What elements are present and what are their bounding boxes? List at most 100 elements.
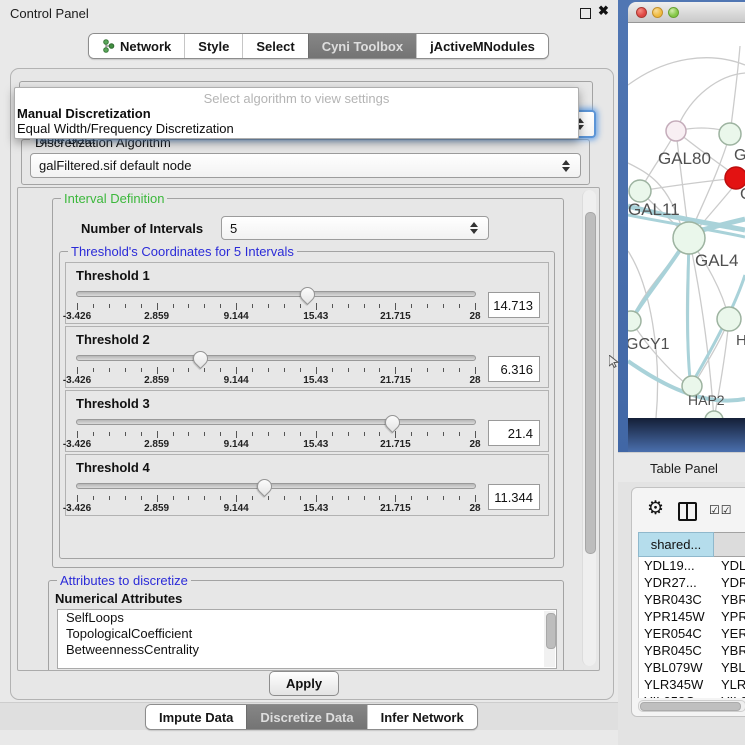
column-header-shared-[interactable]: shared... xyxy=(638,532,714,557)
table-row[interactable]: YDL19...YDL1 xyxy=(639,557,745,574)
table-row[interactable]: YBR045CYBR0 xyxy=(639,642,745,659)
attribute-item-topologicalcoefficient[interactable]: TopologicalCoefficient xyxy=(58,626,556,642)
tab-select[interactable]: Select xyxy=(242,34,307,58)
table-row[interactable]: YBL079WYBL0 xyxy=(639,659,745,676)
slider-thumb[interactable] xyxy=(254,476,275,497)
bottom-tab-impute-data[interactable]: Impute Data xyxy=(146,705,246,729)
tick-label: 15.43 xyxy=(303,503,328,514)
threshold-4-value-field[interactable]: 11.344 xyxy=(488,484,540,510)
table-row[interactable]: YDR27...YDR2 xyxy=(639,574,745,591)
threshold-4-label: Threshold 4 xyxy=(76,460,540,475)
network-edge[interactable] xyxy=(640,179,728,191)
node-label-h: H xyxy=(736,332,745,349)
tab-style[interactable]: Style xyxy=(184,34,242,58)
mouse-cursor xyxy=(609,355,620,373)
dropdown-option-equal-width-frequency-discretization[interactable]: Equal Width/Frequency Discretization xyxy=(15,121,578,136)
network-node-h[interactable] xyxy=(717,307,741,331)
slider-ticks xyxy=(77,303,475,310)
network-edge[interactable] xyxy=(730,46,740,134)
thresholds-group: Threshold's Coordinates for 5 Intervals … xyxy=(59,251,555,559)
slider-tick-labels: -3.4262.8599.14415.4321.71528 xyxy=(77,375,475,387)
tick-label: 9.144 xyxy=(224,503,249,514)
slider-tick-labels: -3.4262.8599.14415.4321.71528 xyxy=(77,439,475,451)
table-cell: YPR145W xyxy=(639,608,715,625)
apply-button[interactable]: Apply xyxy=(269,671,339,696)
tab-cyni-toolbox[interactable]: Cyni Toolbox xyxy=(308,34,416,58)
spinner-stepper-icon[interactable] xyxy=(468,222,480,234)
table-hscrollbar-thumb[interactable] xyxy=(640,702,741,711)
network-edge[interactable] xyxy=(628,58,745,85)
threshold-1-value-field[interactable]: 14.713 xyxy=(488,292,540,318)
gear-icon[interactable]: ⚙ xyxy=(647,497,664,520)
table-row[interactable]: YPR145WYPR1 xyxy=(639,608,745,625)
threshold-1-slider[interactable]: -3.4262.8599.14415.4321.71528 xyxy=(76,286,476,324)
node-label-gcy1: GCY1 xyxy=(628,336,670,353)
slider-track[interactable] xyxy=(76,483,476,489)
minimize-window-icon[interactable] xyxy=(652,7,663,18)
threshold-1-label: Threshold 1 xyxy=(76,268,540,283)
attribute-item-selfloops[interactable]: SelfLoops xyxy=(58,610,556,626)
threshold-3-slider[interactable]: -3.4262.8599.14415.4321.71528 xyxy=(76,414,476,452)
network-node-gal4[interactable] xyxy=(673,222,705,254)
table-cell: YDL1 xyxy=(715,557,745,574)
network-edge[interactable] xyxy=(688,238,690,379)
bottom-tab-infer-network[interactable]: Infer Network xyxy=(367,705,477,729)
tab-label-network: Network xyxy=(120,39,171,54)
bottom-tab-discretize-data[interactable]: Discretize Data xyxy=(246,705,366,729)
threshold-3-value-field[interactable]: 21.4 xyxy=(488,420,540,446)
attributes-scrollbar-thumb[interactable] xyxy=(546,613,556,649)
network-node-gcy1[interactable] xyxy=(628,311,641,331)
slider-thumb[interactable] xyxy=(297,284,318,305)
network-node[interactable] xyxy=(705,411,723,418)
dropdown-prompt-item[interactable]: Select algorithm to view settings xyxy=(15,88,578,106)
table-hscrollbar[interactable] xyxy=(638,700,745,712)
tab-network[interactable]: Network xyxy=(89,34,184,58)
table-row[interactable]: YER054CYER0 xyxy=(639,625,745,642)
network-view-canvas[interactable]: GAL80GACGAL11GAL4GCY1HHAP2 xyxy=(628,23,745,418)
network-node-gal80[interactable] xyxy=(666,121,686,141)
slider-thumb[interactable] xyxy=(382,412,403,433)
threshold-4-slider[interactable]: -3.4262.8599.14415.4321.71528 xyxy=(76,478,476,516)
algorithm-settings-panel: Interval Definition Number of Intervals … xyxy=(17,187,600,671)
main-tab-bar: Network StyleSelect Cyni Toolbox jActiveMNo… xyxy=(88,33,549,59)
tick-label: 28 xyxy=(469,311,480,322)
slider-track[interactable] xyxy=(76,419,476,425)
numerical-attributes-list: SelfLoopsTopologicalCoefficientBetweenne… xyxy=(57,609,557,669)
float-panel-icon[interactable] xyxy=(580,8,591,19)
control-panel: Control Panel ✖ NetworkStyleSelectCyni T… xyxy=(0,0,618,745)
threshold-2-value-field[interactable]: 6.316 xyxy=(488,356,540,382)
settings-scrollbar[interactable] xyxy=(582,190,596,666)
network-node-gal11[interactable] xyxy=(629,180,651,202)
tick-label: 9.144 xyxy=(224,439,249,450)
table-panel-title: Table Panel xyxy=(650,461,718,476)
slider-track[interactable] xyxy=(76,355,476,361)
interval-definition-title: Interval Definition xyxy=(61,191,167,206)
table-row[interactable]: YLR345WYLR3 xyxy=(639,676,745,693)
tab-label-cyni-toolbox: Cyni Toolbox xyxy=(322,39,403,54)
close-window-icon[interactable] xyxy=(636,7,647,18)
node-label-gal80: GAL80 xyxy=(658,149,711,168)
number-of-intervals-spinner[interactable]: 5 xyxy=(221,216,489,240)
combobox-stepper-icon[interactable] xyxy=(560,160,572,172)
attribute-item-betweennesscentrality[interactable]: BetweennessCentrality xyxy=(58,642,556,658)
attributes-scrollbar[interactable] xyxy=(544,611,555,667)
table-row[interactable]: YBR043CYBR0 xyxy=(639,591,745,608)
dropdown-option-manual-discretization[interactable]: Manual Discretization xyxy=(15,106,578,121)
threshold-2-slider[interactable]: -3.4262.8599.14415.4321.71528 xyxy=(76,350,476,388)
maximize-window-icon[interactable] xyxy=(668,7,679,18)
column-header-na[interactable]: na xyxy=(714,532,745,557)
numerical-attributes-label: Numerical Attributes xyxy=(55,591,182,606)
table-row[interactable]: YIL053CYIL0 xyxy=(639,693,745,698)
slider-thumb[interactable] xyxy=(190,348,211,369)
tab-jactivemnodules[interactable]: jActiveMNodules xyxy=(416,34,548,58)
columns-icon[interactable] xyxy=(678,502,697,521)
settings-scrollbar-thumb[interactable] xyxy=(585,212,596,554)
table-data-combobox[interactable]: galFiltered.sif default node xyxy=(30,153,581,178)
network-node-ga[interactable] xyxy=(719,123,741,145)
network-edge[interactable] xyxy=(628,251,658,418)
node-label-hap2: HAP2 xyxy=(688,392,725,408)
close-panel-icon[interactable]: ✖ xyxy=(598,3,609,19)
select-checkbox-icons[interactable]: ☑☑ xyxy=(709,503,733,517)
slider-track[interactable] xyxy=(76,291,476,297)
network-edge[interactable] xyxy=(692,275,745,383)
